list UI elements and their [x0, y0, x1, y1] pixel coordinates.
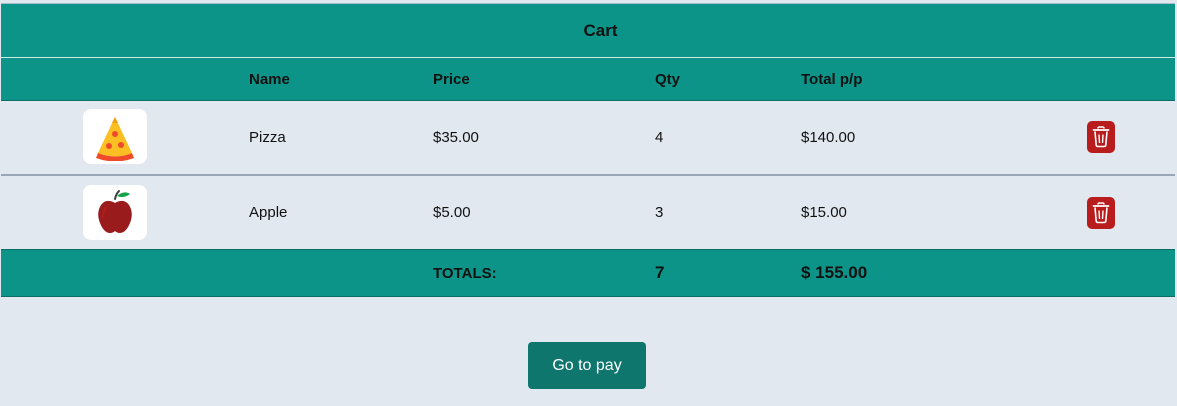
cart-table: Cart Name Price Qty Total p/p Pizza $35.…	[1, 3, 1175, 297]
cart-title: Cart	[583, 20, 618, 40]
column-header-qty: Qty	[655, 70, 681, 88]
pizza-icon	[96, 116, 134, 161]
table-row: Apple $5.00 3 $15.00	[1, 176, 1175, 249]
go-to-pay-button[interactable]: Go to pay	[528, 342, 646, 389]
delete-item-button[interactable]	[1087, 121, 1115, 153]
totals-row: TOTALS: 7 $ 155.00	[1, 249, 1175, 297]
column-header-total: Total p/p	[801, 70, 863, 88]
product-thumbnail	[83, 109, 147, 164]
totals-amount: $ 155.00	[801, 263, 868, 282]
trash-icon	[1092, 126, 1110, 148]
apple-icon	[98, 189, 132, 233]
table-header-row: Name Price Qty Total p/p	[1, 58, 1175, 101]
table-row: Pizza $35.00 4 $140.00	[1, 101, 1175, 176]
item-qty: 3	[655, 204, 664, 221]
item-total: $15.00	[801, 204, 847, 221]
totals-label: TOTALS:	[433, 264, 497, 282]
item-price: $5.00	[433, 204, 471, 221]
cart-page: Cart Name Price Qty Total p/p Pizza $35.…	[0, 0, 1177, 406]
product-thumbnail	[83, 185, 147, 240]
cart-title-row: Cart	[1, 4, 1175, 58]
column-header-name: Name	[249, 70, 290, 88]
delete-item-button[interactable]	[1087, 197, 1115, 229]
totals-qty: 7	[655, 263, 665, 282]
column-header-price: Price	[433, 70, 470, 88]
item-price: $35.00	[433, 129, 479, 146]
trash-icon	[1092, 202, 1110, 224]
item-total: $140.00	[801, 129, 856, 146]
item-name: Apple	[249, 204, 288, 221]
item-name: Pizza	[249, 129, 286, 146]
item-qty: 4	[655, 129, 664, 146]
